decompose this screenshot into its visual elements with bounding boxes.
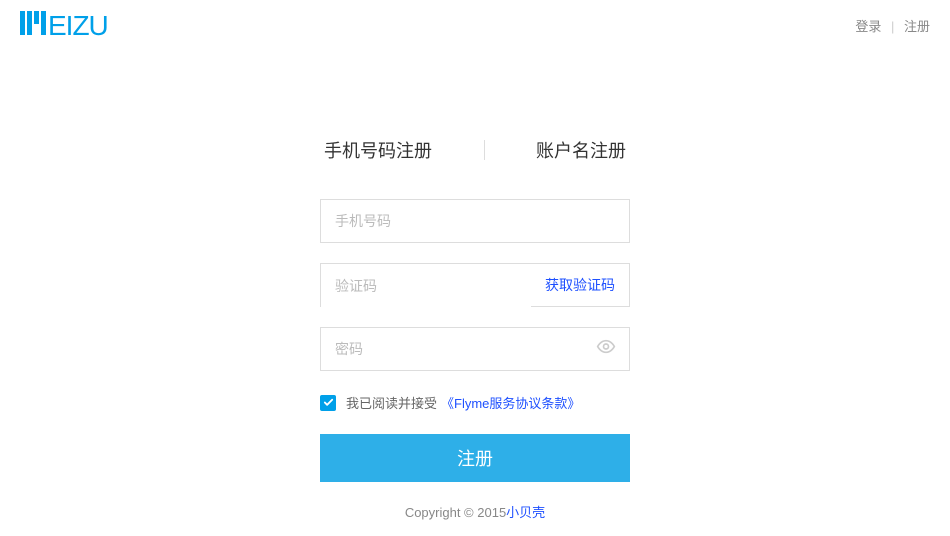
tab-divider [484,140,485,160]
copyright-text: Copyright © 2015 [405,505,506,520]
login-link[interactable]: 登录 [855,19,881,34]
register-submit-button[interactable]: 注册 [320,434,630,482]
header-links: 登录 | 注册 [855,16,930,35]
get-verify-code-button[interactable]: 获取验证码 [531,264,629,306]
password-input[interactable] [320,327,630,371]
verify-input-group: 获取验证码 [320,263,630,307]
register-tabs: 手机号码注册 账户名注册 [320,137,630,163]
agreement-row: 我已阅读并接受 《Flyme服务协议条款》 [320,393,630,412]
eye-icon[interactable] [596,337,616,362]
phone-input[interactable] [320,199,630,243]
copyright-link[interactable]: 小贝壳 [506,505,545,520]
register-link[interactable]: 注册 [904,19,930,34]
logo-icon [20,10,46,42]
tab-username-register[interactable]: 账户名注册 [532,137,630,163]
agreement-text: 我已阅读并接受 [346,393,437,412]
meizu-logo: EIZU [20,10,108,42]
tab-phone-register[interactable]: 手机号码注册 [320,137,436,163]
register-form: 手机号码注册 账户名注册 获取验证码 我已阅读并接受 《Flyme服务协议条款》… [320,137,630,521]
agreement-link[interactable]: 《Flyme服务协议条款》 [441,393,580,412]
password-input-group [320,327,630,371]
phone-input-group [320,199,630,243]
header: EIZU 登录 | 注册 [0,0,950,42]
verify-code-input[interactable] [321,264,531,308]
agreement-checkbox[interactable] [320,395,336,411]
link-separator: | [891,19,894,34]
copyright: Copyright © 2015小贝壳 [320,502,630,521]
